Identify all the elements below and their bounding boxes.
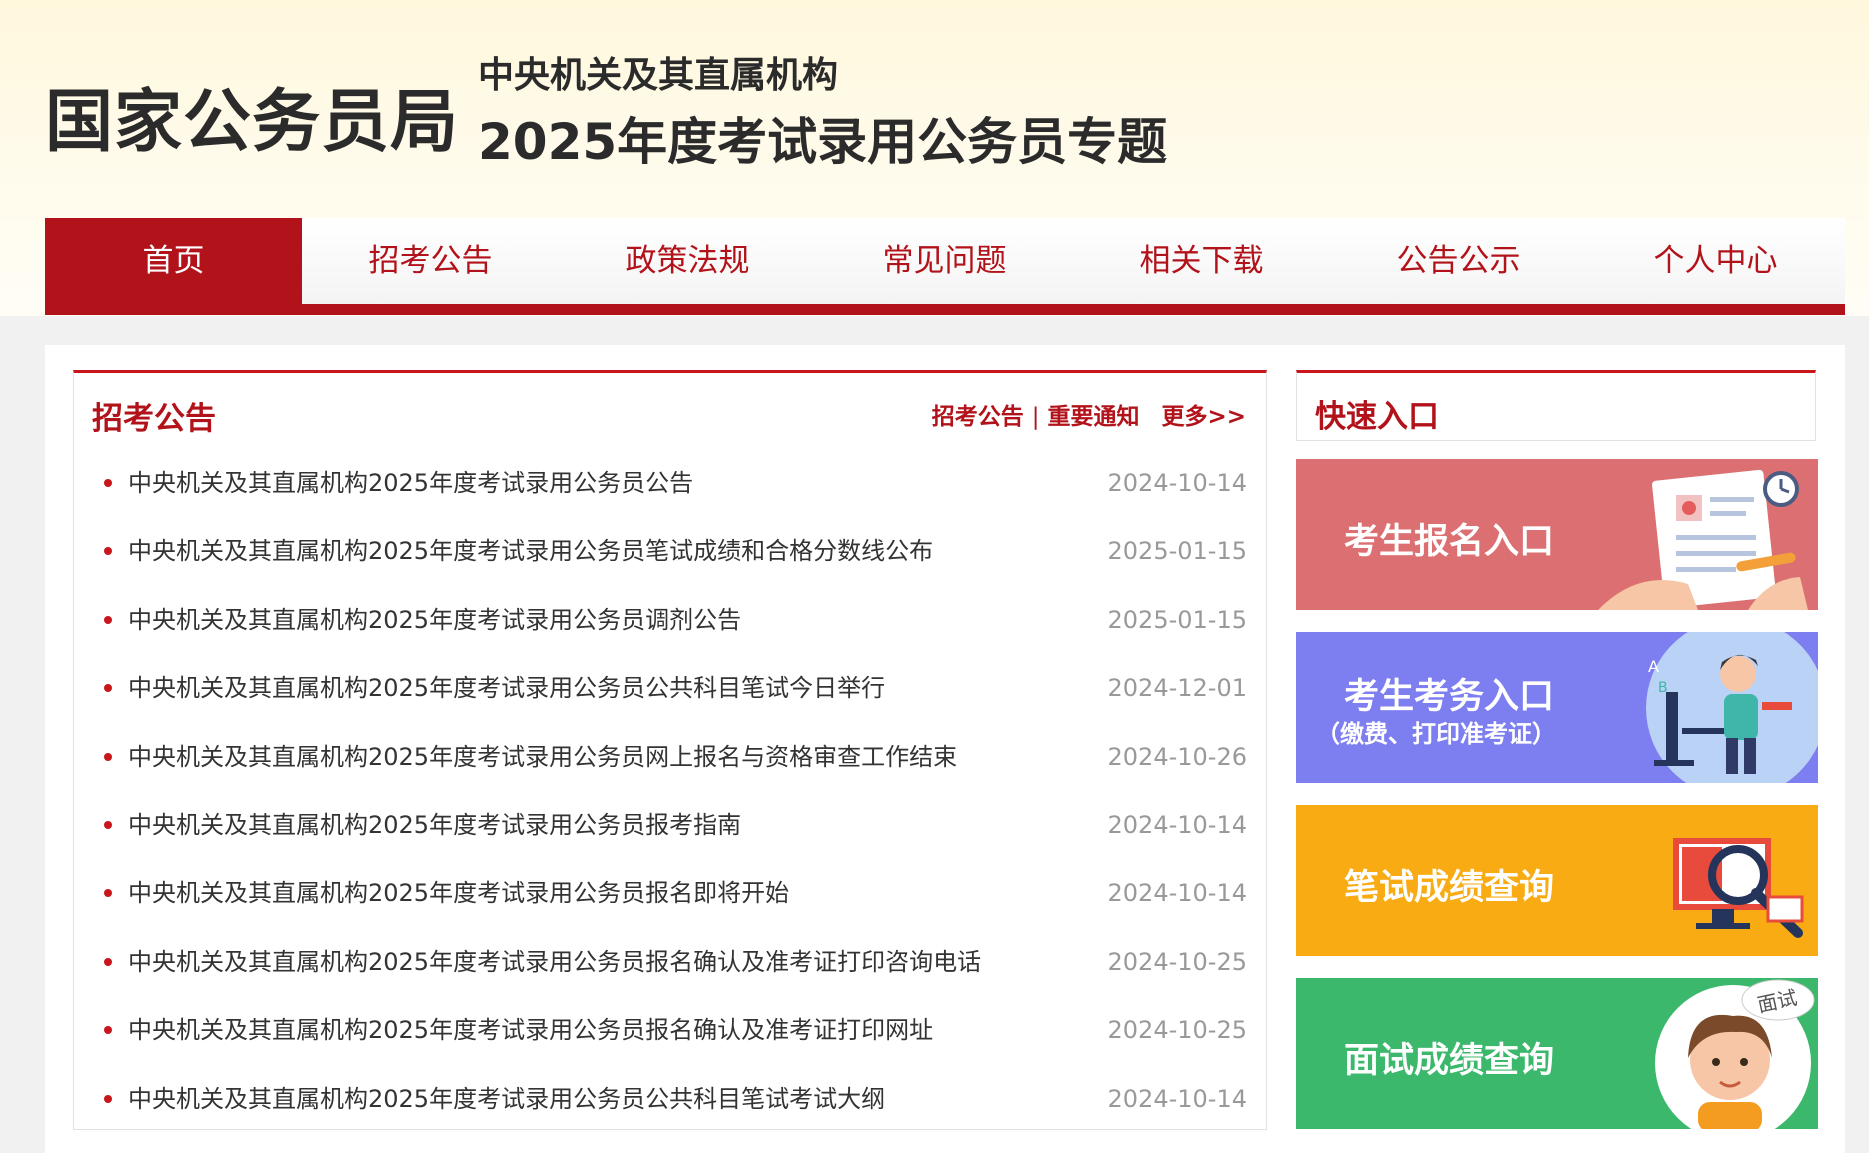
main-nav: 首页 招考公告 政策法规 常见问题 相关下载 公告公示 个人中心 [45,218,1845,315]
nav-item-faq[interactable]: 常见问题 [816,218,1073,304]
nav-item-downloads[interactable]: 相关下载 [1073,218,1330,304]
written-score-query-button[interactable]: 笔试成绩查询 [1296,805,1818,956]
site-logo[interactable]: 国家公务员局 [45,66,459,165]
link-important-notices[interactable]: 重要通知 [1047,404,1139,430]
nav-item-home[interactable]: 首页 [45,218,302,304]
magnifier-screen-icon [1673,838,1804,938]
interview-person-icon: 面试 [1655,979,1815,1129]
announcement-date: 2024-10-14 [1107,879,1247,908]
bullet-icon [104,957,112,966]
tile-label: 面试成绩查询 [1344,1041,1555,1081]
announcement-date: 2024-10-14 [1107,1084,1247,1113]
announcement-link[interactable]: 中央机关及其直属机构2025年度考试录用公务员报名确认及准考证打印网址 [128,996,933,1064]
announcements-title: 招考公告 [92,401,216,437]
list-item: 中央机关及其直属机构2025年度考试录用公务员公共科目笔试今日举行 2024-12… [74,654,1266,722]
list-item: 中央机关及其直属机构2025年度考试录用公务员调剂公告 2025-01-15 [74,586,1266,654]
svg-text:A: A [1648,657,1659,676]
list-item: 中央机关及其直属机构2025年度考试录用公务员笔试成绩和合格分数线公布 2025-… [74,517,1266,585]
bullet-icon [104,615,112,624]
site-header: 国家公务员局 中央机关及其直属机构 2025年度考试录用公务员专题 首页 招考公… [0,0,1869,316]
interview-score-query-button[interactable]: 面试成绩查询 面试 [1296,978,1818,1129]
header-subtitle: 中央机关及其直属机构 [478,55,839,96]
announcement-date: 2024-10-14 [1107,469,1247,497]
list-item: 中央机关及其直属机构2025年度考试录用公务员报考指南 2024-10-14 [74,791,1266,859]
nav-item-personal-center[interactable]: 个人中心 [1587,218,1844,304]
link-separator: | [1031,404,1040,430]
announcements-links: 招考公告 | 重要通知 更多>> [932,397,1246,431]
quick-entry-title: 快速入口 [1315,399,1439,435]
announcement-link[interactable]: 中央机关及其直属机构2025年度考试录用公务员网上报名与资格审查工作结束 [128,723,957,791]
quick-entry-panel: 快速入口 [1296,370,1816,441]
tile-sublabel: （缴费、打印准考证） [1316,720,1556,748]
registration-entry-button[interactable]: 考生报名入口 [1296,459,1818,610]
bullet-icon [104,1026,112,1035]
bullet-icon [104,820,112,829]
tile-label: 笔试成绩查询 [1344,868,1555,908]
bullet-icon [104,752,112,761]
announcement-link[interactable]: 中央机关及其直属机构2025年度考试录用公务员公告 [128,449,693,517]
nav-item-policies[interactable]: 政策法规 [559,218,816,304]
announcement-link[interactable]: 中央机关及其直属机构2025年度考试录用公务员报考指南 [128,791,741,859]
announcement-link[interactable]: 中央机关及其直属机构2025年度考试录用公务员调剂公告 [128,586,741,654]
bullet-icon [104,1094,112,1103]
announcement-date: 2024-10-25 [1107,1016,1247,1045]
application-form-icon [1598,469,1808,610]
tile-label: 考生考务入口 [1344,677,1555,717]
announcement-date: 2025-01-15 [1107,537,1247,566]
tile-label: 考生报名入口 [1344,522,1555,562]
announcement-date: 2025-01-15 [1107,605,1247,634]
announcement-date: 2024-10-26 [1107,742,1247,771]
announcement-link[interactable]: 中央机关及其直属机构2025年度考试录用公务员报名确认及准考证打印咨询电话 [128,928,981,996]
nav-item-notices[interactable]: 公告公示 [1330,218,1587,304]
announcement-list: 中央机关及其直属机构2025年度考试录用公务员公告 2024-10-14 中央机关… [74,449,1266,1133]
announcement-link[interactable]: 中央机关及其直属机构2025年度考试录用公务员报名即将开始 [128,859,789,927]
list-item: 中央机关及其直属机构2025年度考试录用公务员报名确认及准考证打印咨询电话 202… [74,928,1266,996]
list-item: 中央机关及其直属机构2025年度考试录用公务员公告 2024-10-14 [74,449,1266,517]
announcement-date: 2024-10-14 [1107,810,1247,839]
list-item: 中央机关及其直属机构2025年度考试录用公务员网上报名与资格审查工作结束 2024… [74,723,1266,791]
list-item: 中央机关及其直属机构2025年度考试录用公务员报名即将开始 2024-10-14 [74,859,1266,927]
announcement-date: 2024-12-01 [1107,674,1247,703]
announcement-link[interactable]: 中央机关及其直属机构2025年度考试录用公务员笔试成绩和合格分数线公布 [128,517,933,585]
exam-affairs-entry-button[interactable]: 考生考务入口 （缴费、打印准考证） A B [1296,632,1818,783]
announcements-panel: 招考公告 招考公告 | 重要通知 更多>> 中央机关及其直属机构2025年度考试录用公… [73,370,1267,1130]
svg-text:B: B [1658,680,1668,696]
header-title: 2025年度考试录用公务员专题 [478,113,1168,171]
bullet-icon [104,479,112,487]
bullet-icon [104,684,112,693]
announcement-link[interactable]: 中央机关及其直属机构2025年度考试录用公务员公共科目笔试考试大纲 [128,1065,885,1133]
bullet-icon [104,889,112,898]
list-item: 中央机关及其直属机构2025年度考试录用公务员公共科目笔试考试大纲 2024-10… [74,1065,1266,1133]
bullet-icon [104,547,112,556]
link-recruitment-notices[interactable]: 招考公告 [932,404,1024,430]
nav-item-announcements[interactable]: 招考公告 [302,218,559,304]
list-item: 中央机关及其直属机构2025年度考试录用公务员报名确认及准考证打印网址 2024-… [74,996,1266,1064]
more-link[interactable]: 更多>> [1161,404,1246,430]
announcement-link[interactable]: 中央机关及其直属机构2025年度考试录用公务员公共科目笔试今日举行 [128,654,885,722]
announcement-date: 2024-10-25 [1107,947,1247,976]
computer-user-icon: A B [1646,632,1818,783]
